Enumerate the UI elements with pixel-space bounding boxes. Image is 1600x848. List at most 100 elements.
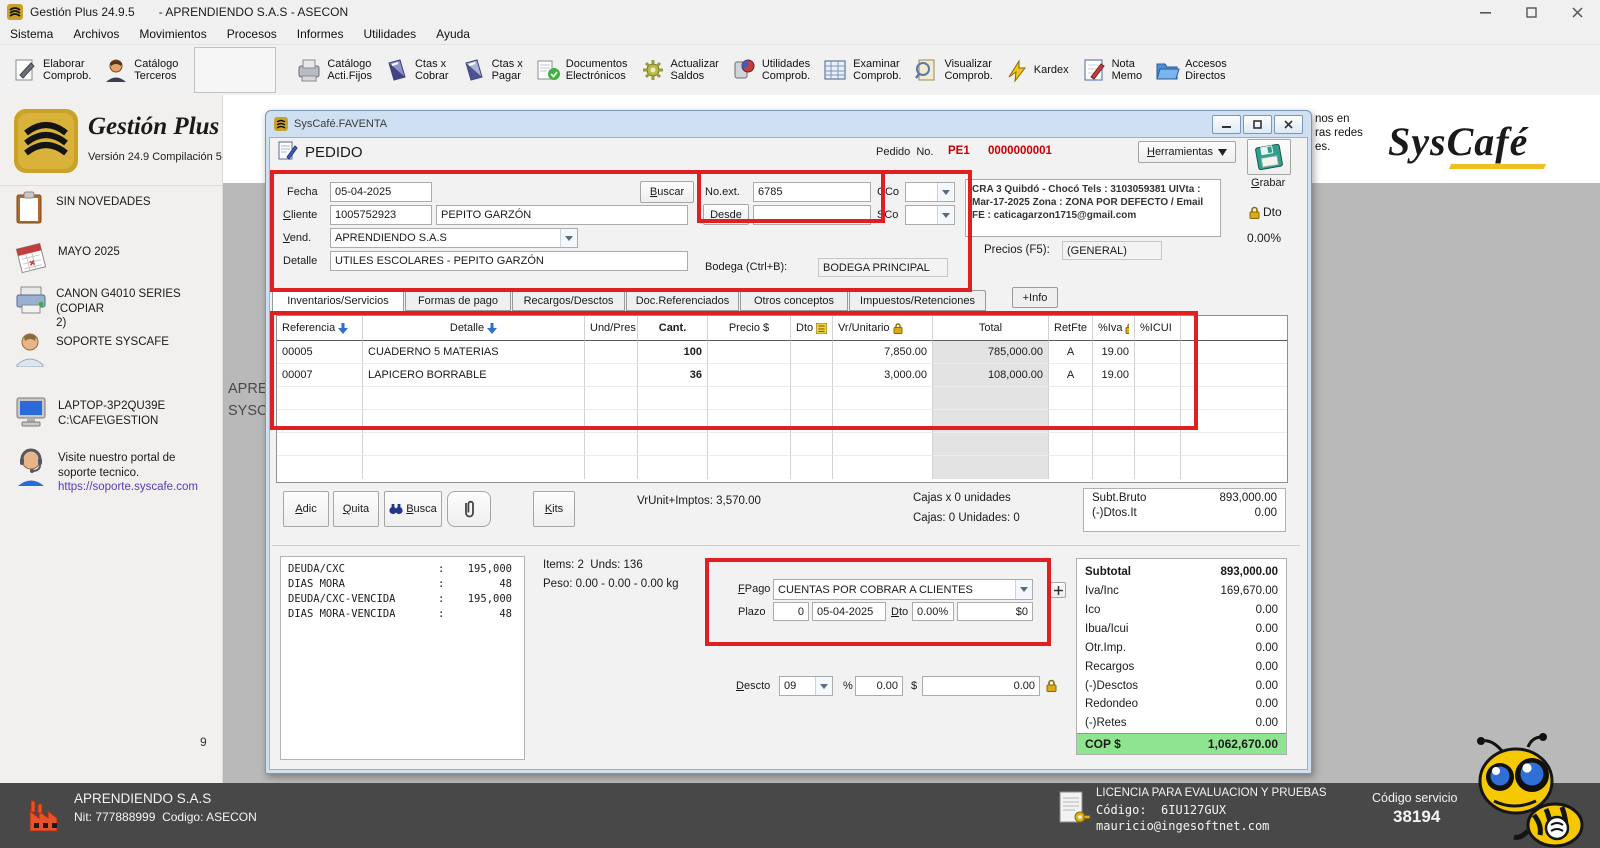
toolbar-ctas-pagar[interactable]: Ctas x Pagar [455,54,529,86]
support-portal-link[interactable]: https://soporte.syscafe.com [58,481,198,493]
desde-input[interactable] [753,205,871,225]
menu-sistema[interactable]: Sistema [0,27,63,41]
toolbar-documentos-electronicos[interactable]: Documentos Electrónicos [529,54,634,86]
toolbar-elaborar-comprob[interactable]: Elaborar Comprob. [6,54,97,86]
utilities-icon [734,59,755,79]
tab-inventarios-servicios[interactable]: Inventarios/Servicios [272,290,404,312]
sort-down-icon [338,322,349,334]
adjunto-button[interactable] [447,491,491,527]
sidebar-item-portal[interactable]: Visite nuestro portal de soporte tecnico.… [14,447,198,495]
desde-button[interactable]: Desde [703,204,749,225]
tab-recargos-desctos[interactable]: Recargos/Desctos [512,290,625,311]
clipboard-icon [16,191,42,224]
summary-row: (-)Retes 0.00 [1085,717,1278,730]
detalle-input[interactable]: UTILES ESCOLARES - PEPITO GARZÓN [330,251,688,271]
busca-button[interactable]: Busca [384,491,442,527]
chevron-down-icon[interactable] [815,677,832,695]
minimize-icon[interactable] [1462,0,1508,24]
cliente-id-input[interactable]: 1005752923 [330,205,432,225]
toolbar-catalogo-actifijos[interactable]: Catálogo Acti.Fijos [290,54,378,86]
bodega-label: Bodega (Ctrl+B): [705,261,788,273]
tab-otros-conceptos[interactable]: Otros conceptos [740,290,848,311]
sidebar-app-version: Versión 24.9 Compilación 5 [88,151,222,163]
sidebar-item-mayo[interactable]: MAYO 2025 [14,241,120,275]
toolbar-actualizar-saldos[interactable]: Actualizar Saldos [634,54,725,86]
tab-formas-de-pago[interactable]: Formas de pago [405,290,511,311]
plazo-dto-input[interactable]: 0.00% [912,602,954,621]
quita-button[interactable]: Quita [333,491,379,527]
herramientas-button[interactable]: Herramientas [1138,141,1236,163]
noext-input[interactable]: 6785 [753,182,871,202]
toolbar-utilidades-comprob[interactable]: Utilidades Comprob. [725,54,816,86]
save-floppy-icon [1255,144,1283,170]
buscar-button[interactable]: Buscar [640,181,694,203]
toolbar-kardex[interactable]: Kardex [999,54,1075,86]
sidebar-item-novedades[interactable]: SIN NOVEDADES [14,191,151,225]
toolbar-visualizar-comprob[interactable]: Visualizar Comprob. [907,54,998,86]
tab-impuestos-retenciones[interactable]: Impuestos/Retenciones [849,290,986,311]
toolbar-nota-memo[interactable]: Nota Memo [1075,54,1149,86]
col-und-pres[interactable]: Und/Pres [585,316,638,341]
statusbar: APRENDIENDO S.A.S Nit: 777888999 Codigo:… [0,783,1600,848]
cliente-name-input[interactable]: PEPITO GARZÓN [436,205,688,225]
window-maximize-icon[interactable] [1243,114,1272,134]
descto-usd-input[interactable]: 0.00 [922,676,1040,696]
toolbar-accesos-directos[interactable]: Accesos Directos [1148,54,1233,86]
sidebar-item-soporte[interactable]: SOPORTE SYSCAFE [14,331,169,367]
table-row[interactable]: 00005 CUADERNO 5 MATERIAS 100 7,850.00 7… [277,341,1287,364]
col-iva[interactable]: %Iva [1093,316,1135,341]
table-row[interactable]: 00007 LAPICERO BORRABLE 36 3,000.00 108,… [277,364,1287,387]
window-titlebar[interactable]: SysCafé.FAVENTA [266,111,1311,137]
plazo-date-input[interactable]: 05-04-2025 [812,602,886,621]
plazo-input[interactable]: 0 [773,602,809,621]
chevron-down-icon[interactable] [560,229,577,247]
toolbar-catalogo-terceros[interactable]: Catálogo Terceros [97,54,184,86]
doc-type-title: PEDIDO [305,144,363,161]
precios-value[interactable]: (GENERAL) [1062,241,1162,260]
gestion-plus-logo [14,109,78,173]
window-minimize-icon[interactable] [1212,114,1241,134]
menu-movimientos[interactable]: Movimientos [129,27,216,41]
adic-button[interactable]: Adic [283,491,329,527]
sidebar-item-equipo[interactable]: LAPTOP-3P2QU39E C:\CAFE\GESTION [14,395,165,429]
window-close-icon[interactable] [1274,114,1303,134]
descto-pct-input[interactable]: 0.00 [855,676,903,696]
toolbar-examinar-comprob[interactable]: Examinar Comprob. [816,54,907,86]
col-precio[interactable]: Precio $ [708,316,791,341]
tab-info[interactable]: +Info [1012,287,1058,308]
bodega-value[interactable]: BODEGA PRINCIPAL [818,258,948,277]
col-vr-unitario[interactable]: Vr/Unitario [833,316,933,341]
menu-procesos[interactable]: Procesos [217,27,287,41]
fecha-input[interactable]: 05-04-2025 [330,182,432,202]
menu-informes[interactable]: Informes [287,27,354,41]
col-cant[interactable]: Cant. [638,316,708,341]
descto-select[interactable]: 09 [779,676,833,696]
col-icui[interactable]: %ICUI [1135,316,1181,341]
maximize-icon[interactable] [1508,0,1554,24]
toolbar-ctas-cobrar[interactable]: Ctas x Cobrar [378,54,455,86]
col-total[interactable]: Total [933,316,1049,341]
summary-row: Otr.Imp. 0.00 [1085,641,1278,654]
fpago-select[interactable]: CUENTAS POR COBRAR A CLIENTES [773,579,1033,600]
chevron-down-icon[interactable] [1015,580,1032,599]
col-dto[interactable]: Dto [791,316,833,341]
col-referencia[interactable]: Referencia [277,316,363,341]
grabar-button[interactable] [1247,139,1291,175]
sco-select[interactable] [905,205,955,225]
dto-side-label: Dto [1263,205,1282,219]
sidebar-item-printer[interactable]: CANON G4010 SERIES (COPIAR 2) [14,283,222,331]
window-logo-icon [274,117,288,131]
menu-ayuda[interactable]: Ayuda [426,27,480,41]
summary-row: Redondeo 0.00 [1085,698,1278,711]
fpago-add-button[interactable] [1050,582,1066,598]
kits-button[interactable]: Kits [533,491,575,527]
plazo-amount-input[interactable]: $0 [957,602,1033,621]
menu-archivos[interactable]: Archivos [63,27,129,41]
col-detalle[interactable]: Detalle [363,316,585,341]
tab-doc-referenciados[interactable]: Doc.Referenciados [626,290,739,311]
vendedor-select[interactable]: APRENDIENDO S.A.S [330,228,578,248]
col-retfte[interactable]: RetFte [1049,316,1093,341]
cco-select[interactable] [905,182,955,202]
close-icon[interactable] [1554,0,1600,24]
menu-utilidades[interactable]: Utilidades [353,27,426,41]
